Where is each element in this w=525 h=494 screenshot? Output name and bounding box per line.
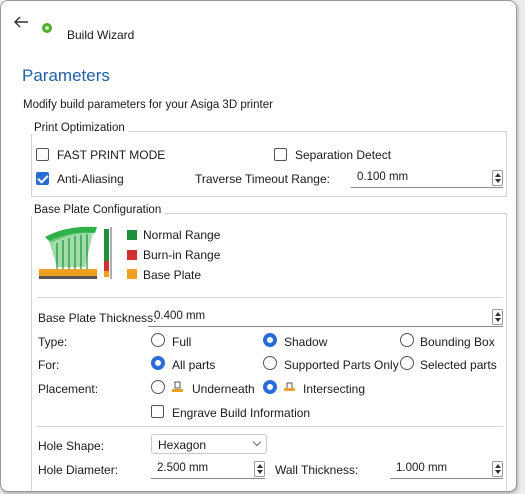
hole-diameter-label: Hole Diameter: [38,463,119,477]
type-bounding-box-label: Bounding Box [420,335,495,349]
type-full-label: Full [172,335,192,349]
legend-swatch-normal [127,230,137,240]
placement-intersecting-label: Intersecting [303,382,366,396]
for-selected-parts-radio[interactable] [400,356,414,370]
wall-thickness-spinner[interactable] [492,461,503,477]
separation-detect-checkbox[interactable] [274,148,287,161]
legend-normal-range: Normal Range [143,228,221,242]
wall-thickness-label: Wall Thickness: [275,463,359,477]
anti-aliasing-label: Anti-Aliasing [57,172,124,186]
for-supported-parts-radio[interactable] [263,356,277,370]
chevron-down-icon [252,437,262,447]
type-bounding-box-radio[interactable] [400,333,414,347]
intersecting-icon [284,382,295,391]
hole-diameter-input[interactable]: 2.500 mm [151,459,265,479]
back-arrow-icon[interactable] [13,15,29,29]
for-supported-parts-label: Supported Parts Only [284,358,399,372]
base-plate-thickness-spinner[interactable] [492,309,503,325]
base-plate-diagram-icon [39,226,112,279]
hole-shape-label: Hole Shape: [38,439,105,453]
for-label: For: [38,358,60,372]
base-plate-label: Base Plate Configuration [31,204,165,216]
placement-underneath-radio[interactable] [151,380,165,394]
base-plate-thickness-input[interactable]: 0.400 mm [148,307,503,327]
fast-print-label: FAST PRINT MODE [57,148,166,162]
hole-shape-select[interactable]: Hexagon [151,434,267,454]
type-shadow-radio[interactable] [263,333,277,347]
legend-base-plate: Base Plate [143,268,202,282]
legend-swatch-base-plate [127,269,137,279]
type-shadow-label: Shadow [284,335,328,349]
traverse-timeout-value: 0.100 mm [357,171,409,183]
build-wizard-window: Build Wizard Parameters Modify build par… [0,0,517,492]
for-all-parts-label: All parts [172,358,216,372]
print-optimization-label: Print Optimization [31,122,128,134]
page-title: Parameters [22,66,110,85]
underneath-icon [172,381,183,392]
legend-swatch-burn-in [127,250,137,260]
legend-burn-in-range: Burn-in Range [143,248,221,262]
window-title: Build Wizard [67,28,135,42]
traverse-timeout-spinner[interactable] [492,170,503,186]
placement-underneath-label: Underneath [192,382,255,396]
engrave-label: Engrave Build Information [172,406,311,420]
separation-detect-label: Separation Detect [295,148,392,162]
divider [37,297,503,298]
wall-thickness-value: 1.000 mm [396,462,448,474]
app-icon [42,23,52,33]
for-all-parts-radio[interactable] [151,356,165,370]
type-full-radio[interactable] [151,333,165,347]
hole-shape-value: Hexagon [158,438,207,452]
for-selected-parts-label: Selected parts [420,358,497,372]
fast-print-checkbox[interactable] [36,148,49,161]
traverse-timeout-input[interactable]: 0.100 mm [351,168,503,188]
placement-intersecting-radio[interactable] [263,380,277,394]
type-label: Type: [38,335,68,349]
anti-aliasing-checkbox[interactable] [36,172,49,185]
wall-thickness-input[interactable]: 1.000 mm [390,459,503,479]
hole-diameter-value: 2.500 mm [157,462,209,474]
engrave-checkbox[interactable] [151,405,164,418]
hole-diameter-spinner[interactable] [254,461,265,477]
divider [37,426,503,427]
placement-label: Placement: [38,382,99,396]
page-description: Modify build parameters for your Asiga 3… [23,99,273,111]
base-plate-thickness-label: Base Plate Thickness: [38,311,157,325]
base-plate-thickness-value: 0.400 mm [154,310,206,322]
title-bar: Build Wizard [1,1,516,42]
traverse-timeout-label: Traverse Timeout Range: [195,172,330,186]
